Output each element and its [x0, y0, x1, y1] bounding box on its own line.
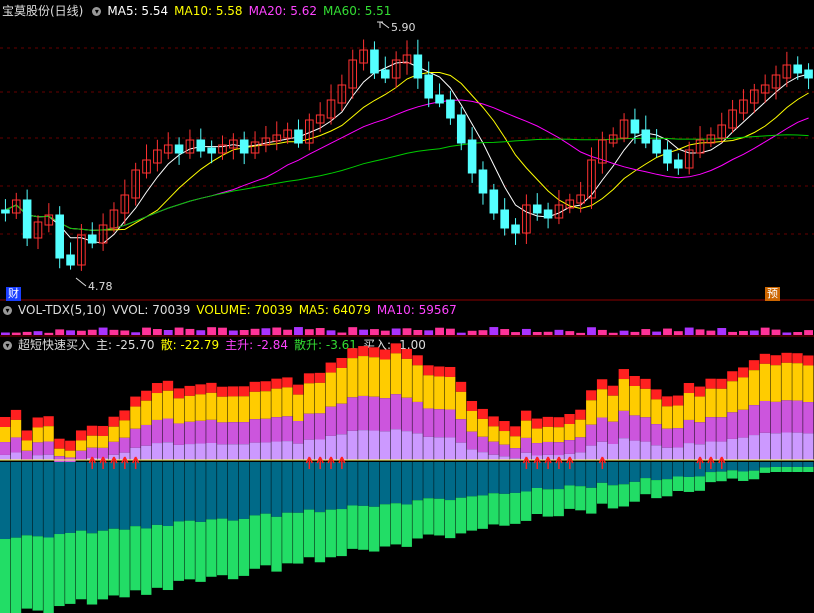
moving-average-lines: [5, 61, 809, 244]
price-labels: 5.90 4.78: [75, 21, 416, 293]
grid-lines: [0, 47, 814, 337]
forecast-badge[interactable]: 预: [765, 287, 780, 301]
high-price-label: 5.90: [391, 21, 416, 34]
chart-canvas[interactable]: 5.90 4.78: [0, 0, 814, 613]
candlesticks: [1, 39, 813, 271]
low-price-label: 4.78: [88, 280, 113, 293]
indicator-bars: [0, 343, 814, 613]
volume-strip: [1, 327, 813, 335]
finance-badge[interactable]: 财: [6, 287, 21, 301]
